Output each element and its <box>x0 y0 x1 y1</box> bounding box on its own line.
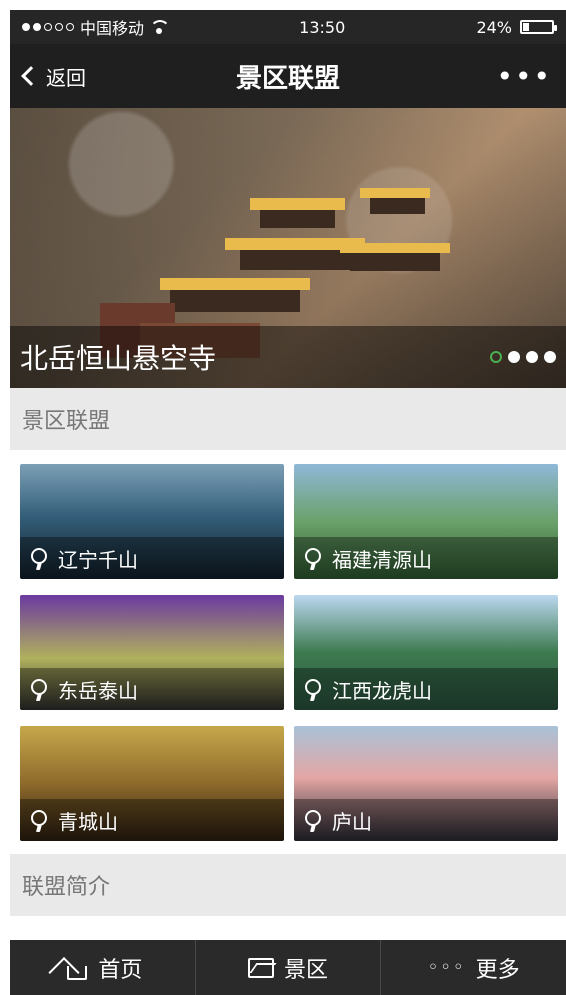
carrier-name: 中国移动 <box>80 19 145 38</box>
hero-title: 北岳恒山悬空寺 <box>20 342 217 375</box>
tile-label: 福建清源山 <box>332 547 432 572</box>
signal-dot <box>55 23 63 31</box>
back-label: 返回 <box>46 65 86 90</box>
signal-dot <box>33 23 41 31</box>
tab-scenic[interactable]: 景区 <box>196 940 382 995</box>
more-icon: ◦◦◦ <box>427 956 466 978</box>
status-left: 中国移动 <box>22 15 168 39</box>
status-right: 24% <box>476 17 557 37</box>
tile-label: 东岳泰山 <box>58 678 138 703</box>
signal-dot <box>22 23 30 31</box>
section-header-alliance: 景区联盟 <box>10 388 566 450</box>
pin-tail <box>35 693 43 701</box>
scenic-grid: 辽宁千山 福建清源山 东岳泰山 江西龙虎山 青城山 庐山 <box>10 450 566 854</box>
pin-tail <box>35 824 43 832</box>
back-button[interactable]: 返回 <box>21 62 86 91</box>
battery-icon <box>520 20 557 34</box>
location-pin-icon <box>302 809 324 832</box>
location-pin-icon <box>302 678 324 701</box>
wifi-icon <box>150 20 168 34</box>
tile-caption: 江西龙虎山 <box>294 668 558 710</box>
bottom-tab-bar: 首页 景区 ◦◦◦ 更多 <box>10 940 566 995</box>
hero-banner[interactable]: 北岳恒山悬空寺 <box>10 108 566 388</box>
tile-label: 青城山 <box>58 809 118 834</box>
status-bar: 中国移动 13:50 24% <box>10 10 566 44</box>
home-icon <box>62 957 88 980</box>
pin-tail <box>309 562 317 570</box>
scenic-tile[interactable]: 江西龙虎山 <box>294 595 558 710</box>
image-icon <box>248 957 274 978</box>
location-pin-icon <box>28 547 50 570</box>
scenic-tile[interactable]: 辽宁千山 <box>20 464 284 579</box>
temple-hall <box>260 210 335 228</box>
tile-caption: 福建清源山 <box>294 537 558 579</box>
temple-roof <box>160 278 310 290</box>
temple-hall <box>170 290 300 312</box>
tile-label: 庐山 <box>332 809 372 834</box>
battery-percent: 24% <box>476 17 512 37</box>
status-time: 13:50 <box>299 17 346 37</box>
signal-dot <box>66 23 74 31</box>
nav-bar: 返回 景区联盟 ••• <box>10 44 566 108</box>
carousel-pager <box>490 351 556 363</box>
page-title: 景区联盟 <box>235 63 340 94</box>
tile-caption: 庐山 <box>294 799 558 841</box>
temple-hall <box>370 198 425 214</box>
hero-caption: 北岳恒山悬空寺 <box>10 326 566 388</box>
location-pin-icon <box>28 809 50 832</box>
more-button[interactable]: ••• <box>496 60 552 93</box>
location-pin-icon <box>302 547 324 570</box>
pager-dot[interactable] <box>508 351 520 363</box>
tile-caption: 辽宁千山 <box>20 537 284 579</box>
section-header-intro: 联盟简介 <box>10 854 566 916</box>
temple-hall <box>350 253 440 271</box>
pin-tail <box>309 693 317 701</box>
scenic-tile[interactable]: 青城山 <box>20 726 284 841</box>
tab-more[interactable]: ◦◦◦ 更多 <box>381 940 566 995</box>
phone-screen: 中国移动 13:50 24% 返回 景区联盟 ••• 北岳恒山悬空寺 景区联盟 … <box>0 0 566 995</box>
chevron-left-icon <box>21 66 41 86</box>
temple-hall <box>240 250 350 270</box>
scenic-tile[interactable]: 福建清源山 <box>294 464 558 579</box>
tab-label: 首页 <box>98 957 143 983</box>
tab-home[interactable]: 首页 <box>10 940 196 995</box>
scenic-tile[interactable]: 东岳泰山 <box>20 595 284 710</box>
pager-dot-active[interactable] <box>490 351 502 363</box>
tile-label: 江西龙虎山 <box>332 678 432 703</box>
tile-label: 辽宁千山 <box>58 547 138 572</box>
tab-label: 更多 <box>475 957 520 983</box>
tab-label: 景区 <box>284 957 329 983</box>
signal-strength <box>22 23 74 31</box>
scenic-tile[interactable]: 庐山 <box>294 726 558 841</box>
signal-dot <box>44 23 52 31</box>
pin-tail <box>309 824 317 832</box>
tile-caption: 东岳泰山 <box>20 668 284 710</box>
tile-caption: 青城山 <box>20 799 284 841</box>
pager-dot[interactable] <box>526 351 538 363</box>
temple-roof <box>340 243 450 253</box>
battery-fill <box>523 23 529 31</box>
pager-dot[interactable] <box>544 351 556 363</box>
location-pin-icon <box>28 678 50 701</box>
temple-roof <box>250 198 345 210</box>
pin-tail <box>35 562 43 570</box>
temple-roof <box>360 188 430 198</box>
